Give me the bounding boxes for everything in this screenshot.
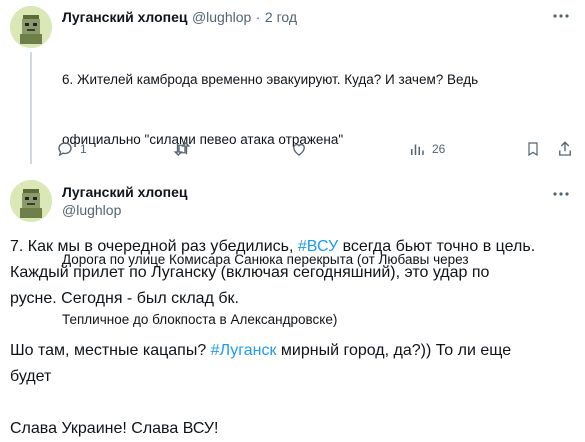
tweet-header: Луганский хлопец @lughlop · 2 год <box>62 9 297 27</box>
reply-icon <box>58 142 72 157</box>
views-icon <box>411 144 424 155</box>
tweet-author: Луганский хлопец @lughlop <box>62 184 187 218</box>
tweet-text-line: 7. Как мы в очередной раз убедились, #ВС… <box>10 234 580 260</box>
avatar[interactable] <box>10 180 52 222</box>
more-icon[interactable] <box>551 184 571 204</box>
avatar-image <box>10 6 52 48</box>
tweet-text-line: Шо там, местные кацапы? #Луганск мирный … <box>10 338 580 364</box>
tweet-text-line: будет <box>10 368 52 385</box>
thread-connector <box>30 52 32 164</box>
separator: · <box>255 9 261 25</box>
reply-button[interactable]: 1 <box>56 140 87 158</box>
views-count: 26 <box>432 142 446 156</box>
hashtag-link[interactable]: #Луганск <box>211 342 277 359</box>
avatar-image <box>10 180 52 222</box>
retweet-icon <box>173 142 191 156</box>
tweet-text-line: Каждый прилет по Луганску (включая сегод… <box>10 264 490 281</box>
text-fragment: Шо там, местные кацапы? <box>10 342 211 359</box>
tweet-text-line: 6. Жителей камброда временно эвакуируют.… <box>62 72 479 87</box>
text-fragment: всегда бьют точно в цель. <box>338 238 536 255</box>
tweet-text-line: Слава Украине! Слава ВСУ! <box>10 420 219 437</box>
share-icon <box>559 141 571 156</box>
tweet-text: 7. Как мы в очередной раз убедились, #ВС… <box>10 234 580 442</box>
share-button[interactable] <box>556 140 574 158</box>
hashtag-link[interactable]: #ВСУ <box>298 238 338 255</box>
timestamp[interactable]: 2 год <box>265 9 297 25</box>
author-handle[interactable]: @lughlop <box>192 9 251 25</box>
reply-count: 1 <box>80 142 87 156</box>
tweet-text-line: русне. Сегодня - был склад бк. <box>10 290 239 307</box>
text-fragment: 7. Как мы в очередной раз убедились, <box>10 238 298 255</box>
retweet-button[interactable] <box>172 140 192 158</box>
author-name[interactable]: Луганский хлопец <box>62 9 187 25</box>
text-fragment: мирный город, да?)) То ли еще <box>276 342 512 359</box>
tweet-text-line: официально "силами певео атака отражена" <box>62 132 344 147</box>
avatar[interactable] <box>10 6 52 48</box>
bookmark-icon <box>528 142 538 157</box>
views-button[interactable]: 26 <box>408 140 445 158</box>
heart-icon <box>293 143 305 156</box>
author-name[interactable]: Луганский хлопец <box>62 184 187 200</box>
author-handle[interactable]: @lughlop <box>62 202 187 218</box>
more-icon[interactable] <box>551 6 571 26</box>
like-button[interactable] <box>290 140 308 158</box>
bookmark-button[interactable] <box>525 140 541 158</box>
